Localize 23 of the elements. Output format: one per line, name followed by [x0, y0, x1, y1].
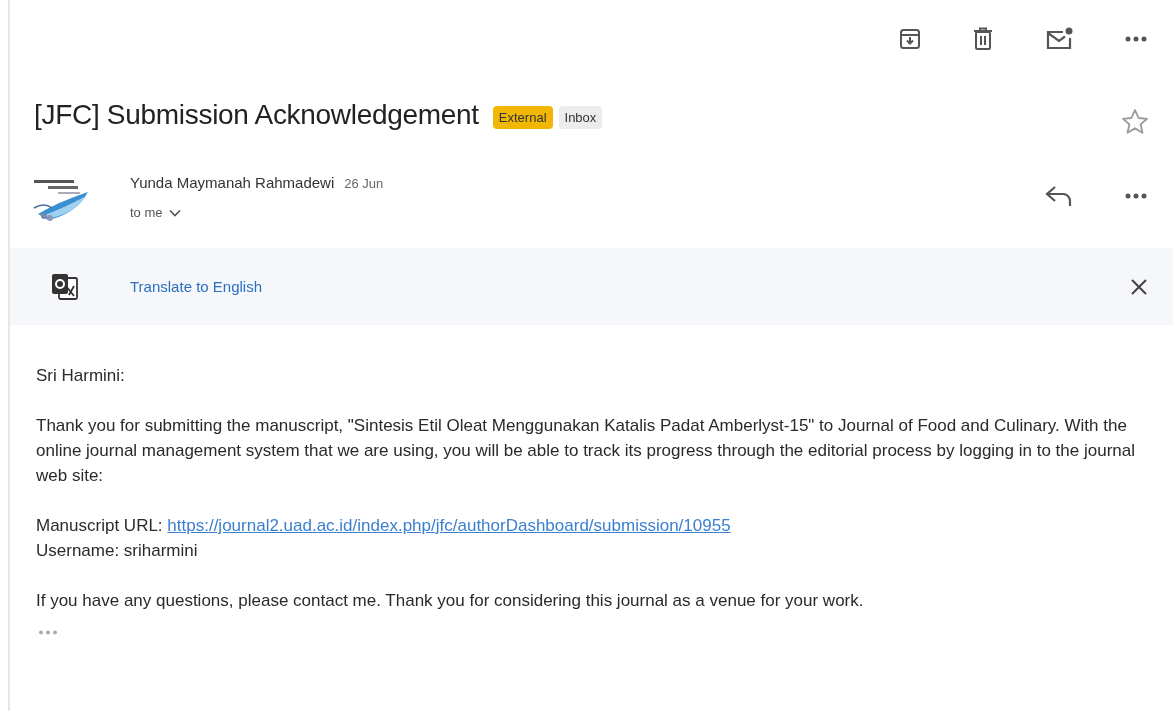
email-subject: [JFC] Submission Acknowledgement	[34, 99, 479, 131]
more-icon[interactable]	[1125, 193, 1147, 199]
close-icon[interactable]	[1131, 278, 1147, 295]
archive-icon[interactable]	[899, 28, 921, 50]
email-date: 26 Jun	[344, 176, 384, 191]
paragraph-text: Thank you for submitting the manuscript, "Sintesis Etil Oleat Menggunakan Katalis Padat Amberlyst-15" to Journal of Food and Culinary. With the online journal management system that we are using, you will be able to track its progress through the editorial process by logging in to the journal web site:	[36, 415, 1136, 487]
translate-link[interactable]: Translate to English	[130, 278, 262, 295]
sender-name: Yunda Maymanah Rahmadewi	[130, 174, 335, 191]
mail-dot-icon[interactable]	[1045, 27, 1073, 51]
recipient-toggle[interactable]: to me	[130, 205, 181, 220]
chevron-down-icon	[168, 208, 181, 217]
field-label: Manuscript URL:	[36, 516, 163, 535]
translate-icon	[50, 272, 80, 301]
label-tag[interactable]: Inbox	[558, 105, 603, 129]
url-link[interactable]: https://journal2.uad.ac.id/index.php/jfc/authorDashboard/submission/10955	[167, 516, 731, 535]
paragraph-text: Username: sriharmini	[36, 540, 199, 562]
reply-icon[interactable]	[1045, 185, 1073, 207]
paragraph-text: If you have any questions, please contact me. Thank you for considering this journal as a venue for your work.	[36, 590, 865, 612]
label-tag[interactable]: External	[492, 105, 553, 129]
paragraph-text: Sri Harmini:	[36, 365, 126, 387]
trash-icon[interactable]	[973, 27, 993, 51]
star-icon[interactable]	[1121, 108, 1149, 136]
more-icon[interactable]	[1125, 36, 1147, 42]
